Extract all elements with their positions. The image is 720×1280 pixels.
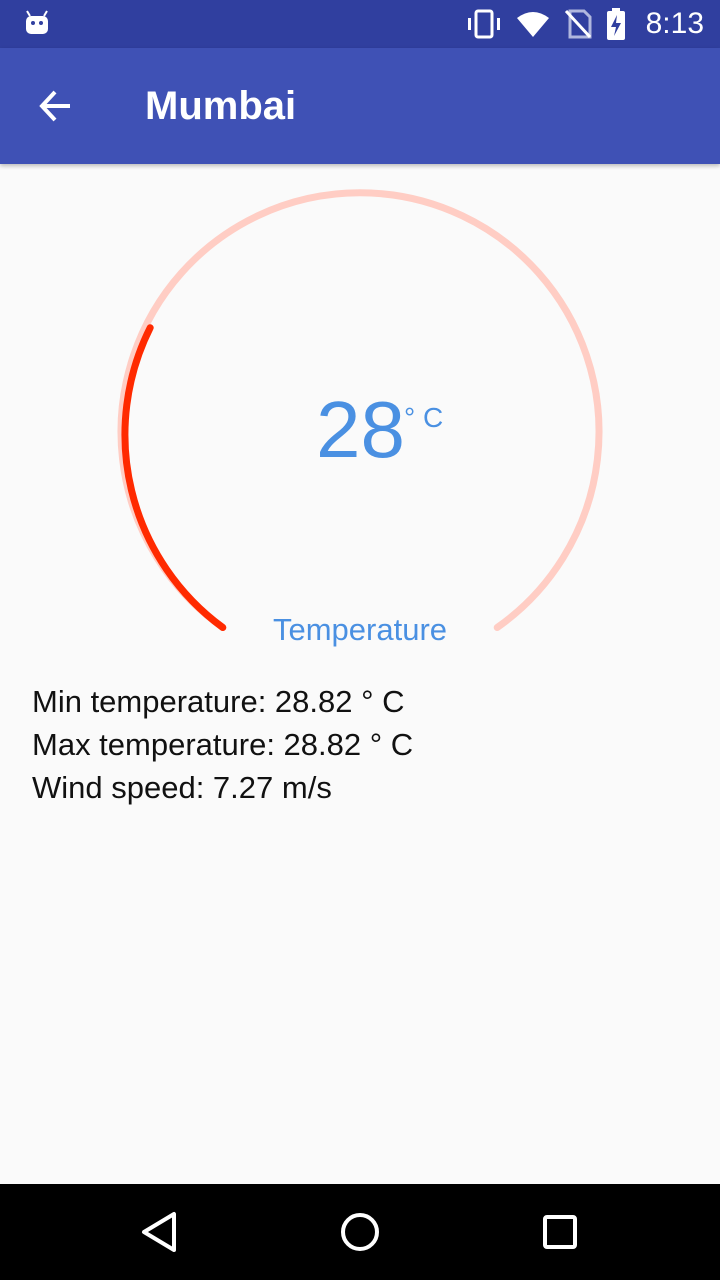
wifi-icon [516,12,549,37]
max-temperature: Max temperature: 28.82 ° C [32,727,414,762]
recents-square-icon[interactable] [536,1208,584,1256]
home-circle-icon[interactable] [336,1208,384,1256]
back-button[interactable] [28,78,84,134]
arrow-left-icon [39,90,70,122]
wind-speed: Wind speed: 7.27 m/s [32,770,332,805]
navigation-bar [0,1184,720,1280]
android-icon [26,10,48,34]
min-temperature: Min temperature: 28.82 ° C [32,684,405,719]
gauge-progress [121,324,227,631]
page-title: Mumbai [145,84,297,128]
status-bar: 8:13 [0,0,720,48]
no-sim-icon [564,9,592,39]
temperature-value: 28 [316,385,405,474]
back-triangle-icon[interactable] [136,1208,184,1256]
weather-details: Min temperature: 28.82 ° C Max temperatu… [32,680,413,809]
vibrate-icon [467,9,500,39]
gauge-label: Temperature [272,612,448,647]
app-bar: Mumbai [0,48,720,164]
temperature-unit: ° C [404,402,444,433]
battery-charging-icon [606,8,625,40]
status-time: 8:13 [645,7,704,40]
